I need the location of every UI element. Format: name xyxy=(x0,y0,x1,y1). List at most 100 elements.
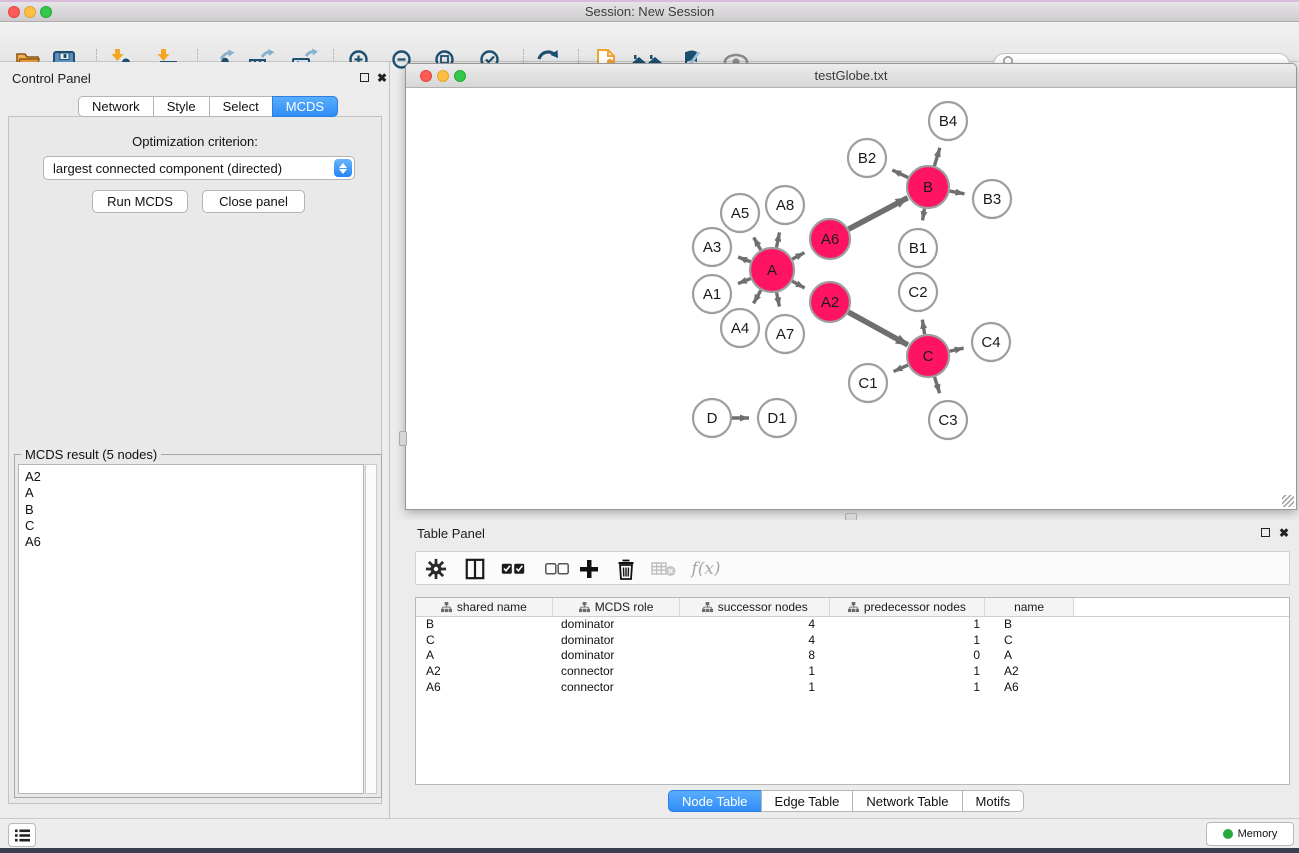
maximize-traffic-light[interactable] xyxy=(40,6,52,18)
mcds-result-item[interactable]: A xyxy=(25,485,363,501)
tab-motifs[interactable]: Motifs xyxy=(962,790,1025,812)
network-view-window[interactable]: testGlobe.txt A A1 A2 A3 A4 A5 A6 A7 A8 B B1 B2 B3 B4… xyxy=(405,63,1297,510)
mcds-result-item[interactable]: C xyxy=(25,518,363,534)
edge-A-A3[interactable] xyxy=(738,257,750,262)
result-list-scrollbar[interactable] xyxy=(365,464,377,794)
node-D1[interactable]: D1 xyxy=(758,399,796,437)
mcds-result-item[interactable]: A6 xyxy=(25,534,363,550)
node-A6[interactable]: A6 xyxy=(810,219,850,259)
task-history-button[interactable] xyxy=(8,823,36,847)
table-row[interactable]: Cdominator41C xyxy=(416,633,1289,649)
edge-A-A8[interactable] xyxy=(777,232,780,247)
float-panel-icon[interactable] xyxy=(360,73,369,83)
table-cell: A xyxy=(986,648,1076,664)
window-resize-grip[interactable] xyxy=(1282,495,1294,507)
network-canvas[interactable]: A A1 A2 A3 A4 A5 A6 A7 A8 B B1 B2 B3 B4 C C1 C2 C3 C4 D D1 xyxy=(407,89,1297,509)
network-maximize-traffic-light[interactable] xyxy=(454,70,466,82)
desktop-vertical-scrollbar[interactable] xyxy=(399,431,407,446)
node-table[interactable]: shared nameMCDS rolesuccessor nodesprede… xyxy=(415,597,1290,785)
column-header-successor-nodes[interactable]: successor nodes xyxy=(680,598,830,616)
node-A[interactable]: A xyxy=(750,248,794,292)
tab-network-table[interactable]: Network Table xyxy=(852,790,962,812)
edge-C-C2[interactable] xyxy=(922,320,924,335)
edge-B-B2[interactable] xyxy=(892,170,908,178)
edge-C-C4[interactable] xyxy=(949,348,963,351)
gear-icon xyxy=(425,558,447,580)
create-column-button[interactable] xyxy=(574,552,604,586)
edge-C-C3[interactable] xyxy=(935,377,940,393)
tab-network[interactable]: Network xyxy=(78,96,154,117)
column-header-name[interactable]: name xyxy=(985,598,1075,616)
column-header-predecessor-nodes[interactable]: predecessor nodes xyxy=(830,598,985,616)
table-cell: connector xyxy=(553,680,681,696)
minimize-traffic-light[interactable] xyxy=(24,6,36,18)
node-B4[interactable]: B4 xyxy=(929,102,967,140)
table-row[interactable]: A6connector11A6 xyxy=(416,680,1289,696)
node-A1[interactable]: A1 xyxy=(693,275,731,313)
node-C[interactable]: C xyxy=(907,335,949,377)
node-A3[interactable]: A3 xyxy=(693,228,731,266)
tab-mcds[interactable]: MCDS xyxy=(272,96,338,117)
delete-table-button[interactable] xyxy=(649,552,679,586)
table-toolbar: f(x) xyxy=(415,551,1290,585)
column-header-shared-name[interactable]: shared name xyxy=(416,598,553,616)
close-panel-button[interactable]: Close panel xyxy=(202,190,305,213)
table-cell: 1 xyxy=(681,680,831,696)
node-B3[interactable]: B3 xyxy=(973,180,1011,218)
node-C2[interactable]: C2 xyxy=(899,273,937,311)
close-table-panel-icon[interactable]: ✖ xyxy=(1279,528,1289,538)
close-traffic-light[interactable] xyxy=(8,6,20,18)
mcds-result-item[interactable]: B xyxy=(25,502,363,518)
close-panel-icon[interactable]: ✖ xyxy=(377,73,387,83)
edge-A-A5[interactable] xyxy=(754,237,761,250)
show-columns-button[interactable] xyxy=(460,552,490,586)
node-A5[interactable]: A5 xyxy=(721,194,759,232)
edge-A-A6[interactable] xyxy=(792,253,804,259)
memory-button[interactable]: Memory xyxy=(1206,822,1294,846)
edge-A-A2[interactable] xyxy=(792,281,804,288)
node-A2[interactable]: A2 xyxy=(810,282,850,322)
table-row[interactable]: A2connector11A2 xyxy=(416,664,1289,680)
node-C1[interactable]: C1 xyxy=(849,364,887,402)
edge-A-A1[interactable] xyxy=(738,279,751,284)
edge-A6-B[interactable] xyxy=(849,198,908,229)
tab-select[interactable]: Select xyxy=(209,96,273,117)
deselect-all-button[interactable] xyxy=(542,552,572,586)
run-mcds-button[interactable]: Run MCDS xyxy=(92,190,188,213)
edge-C-C1[interactable] xyxy=(894,365,908,371)
column-header-MCDS-role[interactable]: MCDS role xyxy=(553,598,681,616)
delete-column-button[interactable] xyxy=(611,552,641,586)
node-C4[interactable]: C4 xyxy=(972,323,1010,361)
edge-A-A4[interactable] xyxy=(754,290,761,303)
svg-text:A1: A1 xyxy=(703,286,721,303)
function-builder-button[interactable]: f(x) xyxy=(686,552,726,586)
select-all-button[interactable] xyxy=(498,552,528,586)
tab-edge-table[interactable]: Edge Table xyxy=(761,790,854,812)
node-C3[interactable]: C3 xyxy=(929,401,967,439)
mcds-result-list[interactable]: A2ABCA6 xyxy=(18,464,364,794)
node-A4[interactable]: A4 xyxy=(721,309,759,347)
node-B1[interactable]: B1 xyxy=(899,229,937,267)
edge-A-A7[interactable] xyxy=(777,293,780,307)
node-A7[interactable]: A7 xyxy=(766,315,804,353)
tab-style[interactable]: Style xyxy=(153,96,210,117)
node-B[interactable]: B xyxy=(907,166,949,208)
node-D[interactable]: D xyxy=(693,399,731,437)
edge-A2-C[interactable] xyxy=(848,312,907,345)
optimization-dropdown[interactable]: largest connected component (directed) xyxy=(43,156,355,180)
node-B2[interactable]: B2 xyxy=(848,139,886,177)
edge-B-B4[interactable] xyxy=(934,148,939,166)
network-minimize-traffic-light[interactable] xyxy=(437,70,449,82)
float-table-panel-icon[interactable] xyxy=(1261,528,1270,538)
table-row[interactable]: Bdominator41B xyxy=(416,617,1289,633)
node-A8[interactable]: A8 xyxy=(766,186,804,224)
edge-B-B1[interactable] xyxy=(923,209,925,221)
tab-node-table[interactable]: Node Table xyxy=(668,790,762,812)
network-close-traffic-light[interactable] xyxy=(420,70,432,82)
app-titlebar[interactable]: Session: New Session xyxy=(0,2,1299,22)
mcds-result-item[interactable]: A2 xyxy=(25,469,363,485)
network-window-titlebar[interactable]: testGlobe.txt xyxy=(406,64,1296,88)
edge-B-B3[interactable] xyxy=(950,191,965,194)
table-settings-button[interactable] xyxy=(421,552,451,586)
table-row[interactable]: Adominator80A xyxy=(416,648,1289,664)
